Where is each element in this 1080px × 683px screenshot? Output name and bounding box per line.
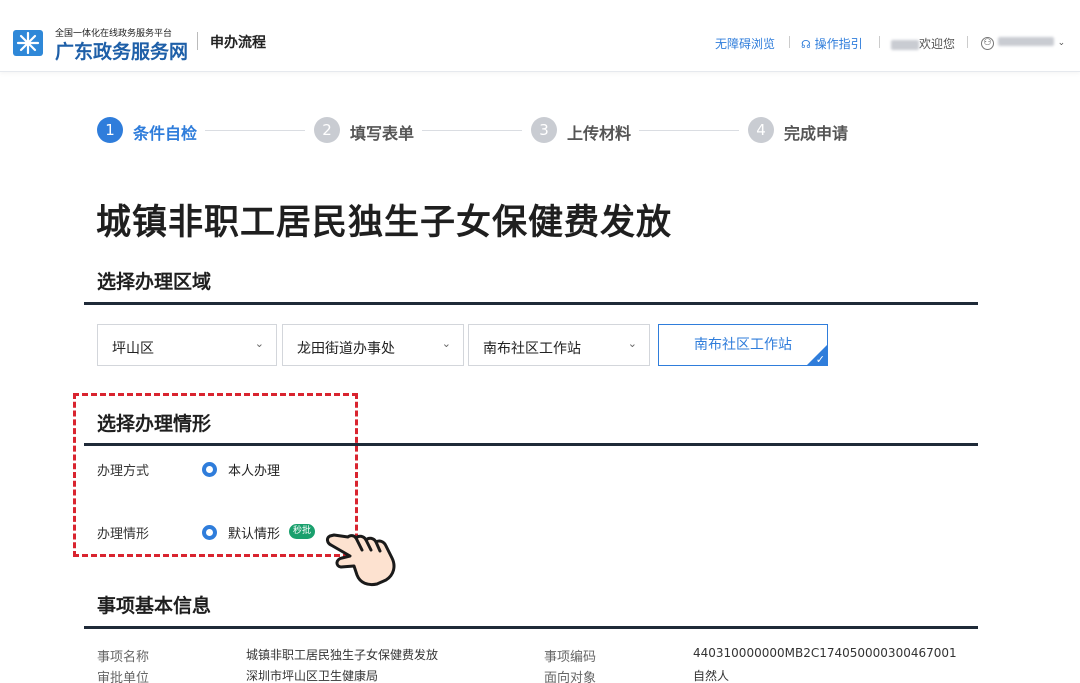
street-value: 龙田街道办事处 — [297, 341, 395, 357]
welcome-text: 欢迎您 — [891, 35, 955, 52]
top-header: 全国一体化在线政务服务平台 广东政务服务网 申办流程 无障碍浏览 ☊ 操作指引 … — [0, 0, 1080, 72]
section-divider — [84, 302, 978, 305]
logo-icon — [13, 30, 43, 56]
case-option[interactable]: 默认情形 — [228, 523, 280, 542]
method-option[interactable]: 本人办理 — [228, 460, 280, 479]
blurred-username — [891, 39, 919, 50]
guide-label: 操作指引 — [814, 37, 863, 51]
info-value: 自然人 — [693, 669, 730, 683]
pointing-hand-icon — [326, 533, 396, 587]
chevron-down-icon: ⌄ — [254, 337, 264, 350]
headset-icon: ☊ — [801, 38, 811, 51]
step-connector — [205, 130, 305, 131]
user-menu[interactable]: ⚇ ⌄ — [981, 34, 1065, 50]
user-icon: ⚇ — [981, 37, 994, 50]
page-title: 申办流程 — [210, 35, 266, 51]
step-3-circle: 3 — [531, 117, 557, 143]
guide-link[interactable]: ☊ 操作指引 — [801, 35, 863, 52]
method-label: 办理方式 — [97, 464, 150, 479]
info-label: 审批单位 — [97, 671, 150, 683]
header-separator — [967, 36, 968, 48]
case-label: 办理情形 — [97, 527, 150, 542]
welcome-label: 欢迎您 — [919, 37, 956, 51]
info-label: 事项名称 — [97, 650, 150, 665]
info-section-title: 事项基本信息 — [97, 595, 212, 617]
header-separator — [789, 36, 790, 48]
info-value: 深圳市坪山区卫生健康局 — [246, 669, 379, 683]
community-select[interactable]: 南布社区工作站 ⌄ — [468, 324, 650, 366]
instant-approval-badge: 秒批 — [289, 524, 316, 539]
chevron-down-icon: ⌄ — [627, 337, 637, 350]
chevron-down-icon: ⌄ — [441, 337, 451, 350]
step-connector — [639, 130, 739, 131]
step-4-circle: 4 — [748, 117, 774, 143]
step-1-label: 条件自检 — [133, 124, 198, 143]
header-separator — [879, 36, 880, 48]
step-1-circle: 1 — [97, 117, 123, 143]
situation-section-title: 选择办理情形 — [97, 413, 212, 435]
check-icon: ✓ — [815, 353, 825, 366]
step-3-label: 上传材料 — [567, 124, 632, 143]
section-divider — [84, 443, 978, 446]
step-2-label: 填写表单 — [350, 124, 415, 143]
accessibility-link[interactable]: 无障碍浏览 — [715, 35, 775, 52]
info-value: 城镇非职工居民独生子女保健费发放 — [246, 648, 439, 662]
info-value: 440310000000MB2C174050000300467001 — [693, 646, 957, 660]
info-label: 事项编码 — [544, 650, 597, 665]
step-connector — [422, 130, 522, 131]
method-radio[interactable] — [202, 462, 217, 477]
district-select[interactable]: 坪山区 ⌄ — [97, 324, 277, 366]
info-label: 面向对象 — [544, 671, 597, 683]
selected-office-label: 南布社区工作站 — [694, 337, 792, 353]
logo-divider — [197, 32, 198, 50]
step-4-label: 完成申请 — [784, 124, 849, 143]
district-value: 坪山区 — [112, 341, 154, 357]
logo-title[interactable]: 广东政务服务网 — [55, 37, 188, 64]
blurred-account — [997, 37, 1054, 46]
community-value: 南布社区工作站 — [483, 341, 581, 357]
case-radio[interactable] — [202, 525, 217, 540]
service-title: 城镇非职工居民独生子女保健费发放 — [96, 203, 673, 243]
step-2-circle: 2 — [314, 117, 340, 143]
chevron-down-icon: ⌄ — [1057, 38, 1066, 48]
section-divider — [84, 626, 978, 629]
street-select[interactable]: 龙田街道办事处 ⌄ — [282, 324, 464, 366]
region-section-title: 选择办理区域 — [97, 271, 212, 293]
selected-office-card[interactable]: 南布社区工作站 ✓ — [658, 324, 828, 366]
